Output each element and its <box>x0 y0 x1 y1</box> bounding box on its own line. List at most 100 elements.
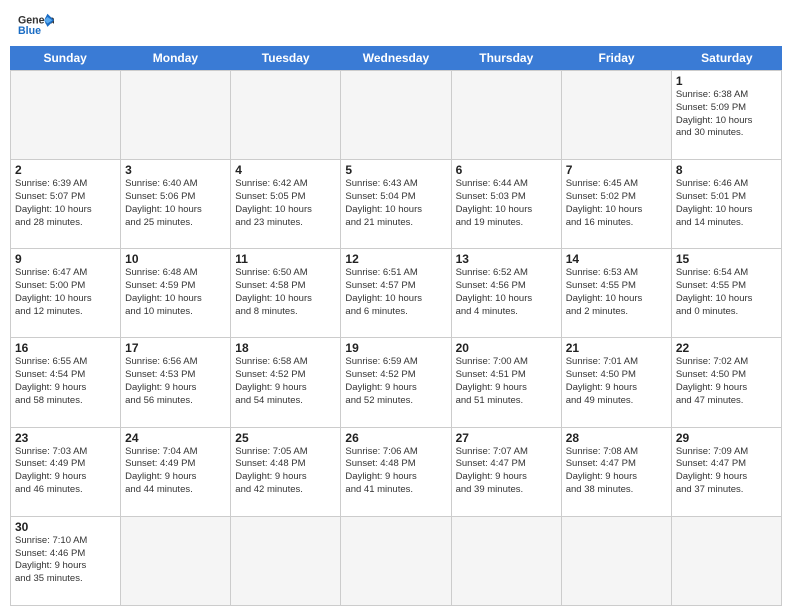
day-cell-30: 30Sunrise: 7:10 AM Sunset: 4:46 PM Dayli… <box>11 517 121 606</box>
day-cell-19: 19Sunrise: 6:59 AM Sunset: 4:52 PM Dayli… <box>341 338 451 427</box>
empty-cell <box>231 517 341 606</box>
day-cell-8: 8Sunrise: 6:46 AM Sunset: 5:01 PM Daylig… <box>672 160 782 249</box>
weekday-header-sunday: Sunday <box>10 46 120 70</box>
sun-info: Sunrise: 6:44 AM Sunset: 5:03 PM Dayligh… <box>456 178 557 229</box>
sun-info: Sunrise: 6:50 AM Sunset: 4:58 PM Dayligh… <box>235 267 336 318</box>
sun-info: Sunrise: 7:06 AM Sunset: 4:48 PM Dayligh… <box>345 446 446 497</box>
empty-cell <box>121 517 231 606</box>
day-number: 19 <box>345 341 446 355</box>
empty-cell <box>11 71 121 160</box>
sun-info: Sunrise: 7:05 AM Sunset: 4:48 PM Dayligh… <box>235 446 336 497</box>
day-cell-17: 17Sunrise: 6:56 AM Sunset: 4:53 PM Dayli… <box>121 338 231 427</box>
sun-info: Sunrise: 7:03 AM Sunset: 4:49 PM Dayligh… <box>15 446 116 497</box>
sun-info: Sunrise: 6:58 AM Sunset: 4:52 PM Dayligh… <box>235 356 336 407</box>
day-cell-23: 23Sunrise: 7:03 AM Sunset: 4:49 PM Dayli… <box>11 428 121 517</box>
day-number: 2 <box>15 163 116 177</box>
logo: General Blue <box>18 12 54 40</box>
sun-info: Sunrise: 7:08 AM Sunset: 4:47 PM Dayligh… <box>566 446 667 497</box>
weekday-header-wednesday: Wednesday <box>341 46 451 70</box>
empty-cell <box>562 71 672 160</box>
calendar-body: 1Sunrise: 6:38 AM Sunset: 5:09 PM Daylig… <box>10 70 782 606</box>
empty-cell <box>231 71 341 160</box>
calendar-header: SundayMondayTuesdayWednesdayThursdayFrid… <box>10 46 782 70</box>
sun-info: Sunrise: 6:53 AM Sunset: 4:55 PM Dayligh… <box>566 267 667 318</box>
day-number: 20 <box>456 341 557 355</box>
day-cell-1: 1Sunrise: 6:38 AM Sunset: 5:09 PM Daylig… <box>672 71 782 160</box>
day-number: 3 <box>125 163 226 177</box>
day-number: 5 <box>345 163 446 177</box>
day-cell-13: 13Sunrise: 6:52 AM Sunset: 4:56 PM Dayli… <box>452 249 562 338</box>
sun-info: Sunrise: 6:54 AM Sunset: 4:55 PM Dayligh… <box>676 267 777 318</box>
empty-cell <box>121 71 231 160</box>
day-cell-20: 20Sunrise: 7:00 AM Sunset: 4:51 PM Dayli… <box>452 338 562 427</box>
day-number: 4 <box>235 163 336 177</box>
day-number: 23 <box>15 431 116 445</box>
day-number: 21 <box>566 341 667 355</box>
day-number: 18 <box>235 341 336 355</box>
day-number: 27 <box>456 431 557 445</box>
sun-info: Sunrise: 7:02 AM Sunset: 4:50 PM Dayligh… <box>676 356 777 407</box>
day-cell-16: 16Sunrise: 6:55 AM Sunset: 4:54 PM Dayli… <box>11 338 121 427</box>
sun-info: Sunrise: 6:40 AM Sunset: 5:06 PM Dayligh… <box>125 178 226 229</box>
sun-info: Sunrise: 7:10 AM Sunset: 4:46 PM Dayligh… <box>15 535 116 586</box>
empty-cell <box>341 517 451 606</box>
day-cell-27: 27Sunrise: 7:07 AM Sunset: 4:47 PM Dayli… <box>452 428 562 517</box>
day-number: 11 <box>235 252 336 266</box>
weekday-header-saturday: Saturday <box>672 46 782 70</box>
sun-info: Sunrise: 6:48 AM Sunset: 4:59 PM Dayligh… <box>125 267 226 318</box>
day-number: 28 <box>566 431 667 445</box>
day-number: 22 <box>676 341 777 355</box>
day-cell-15: 15Sunrise: 6:54 AM Sunset: 4:55 PM Dayli… <box>672 249 782 338</box>
day-number: 24 <box>125 431 226 445</box>
day-number: 9 <box>15 252 116 266</box>
svg-text:Blue: Blue <box>18 25 41 37</box>
day-number: 16 <box>15 341 116 355</box>
sun-info: Sunrise: 6:55 AM Sunset: 4:54 PM Dayligh… <box>15 356 116 407</box>
day-number: 8 <box>676 163 777 177</box>
day-cell-3: 3Sunrise: 6:40 AM Sunset: 5:06 PM Daylig… <box>121 160 231 249</box>
sun-info: Sunrise: 6:39 AM Sunset: 5:07 PM Dayligh… <box>15 178 116 229</box>
sun-info: Sunrise: 6:59 AM Sunset: 4:52 PM Dayligh… <box>345 356 446 407</box>
day-cell-24: 24Sunrise: 7:04 AM Sunset: 4:49 PM Dayli… <box>121 428 231 517</box>
day-cell-18: 18Sunrise: 6:58 AM Sunset: 4:52 PM Dayli… <box>231 338 341 427</box>
weekday-header-friday: Friday <box>561 46 671 70</box>
day-cell-7: 7Sunrise: 6:45 AM Sunset: 5:02 PM Daylig… <box>562 160 672 249</box>
day-cell-5: 5Sunrise: 6:43 AM Sunset: 5:04 PM Daylig… <box>341 160 451 249</box>
day-cell-9: 9Sunrise: 6:47 AM Sunset: 5:00 PM Daylig… <box>11 249 121 338</box>
sun-info: Sunrise: 6:38 AM Sunset: 5:09 PM Dayligh… <box>676 89 777 140</box>
general-blue-logo-icon: General Blue <box>18 12 54 40</box>
day-cell-10: 10Sunrise: 6:48 AM Sunset: 4:59 PM Dayli… <box>121 249 231 338</box>
page-header: General Blue <box>0 0 792 46</box>
empty-cell <box>452 517 562 606</box>
day-number: 17 <box>125 341 226 355</box>
day-number: 14 <box>566 252 667 266</box>
sun-info: Sunrise: 7:09 AM Sunset: 4:47 PM Dayligh… <box>676 446 777 497</box>
day-number: 10 <box>125 252 226 266</box>
sun-info: Sunrise: 7:00 AM Sunset: 4:51 PM Dayligh… <box>456 356 557 407</box>
day-cell-4: 4Sunrise: 6:42 AM Sunset: 5:05 PM Daylig… <box>231 160 341 249</box>
sun-info: Sunrise: 6:45 AM Sunset: 5:02 PM Dayligh… <box>566 178 667 229</box>
day-cell-11: 11Sunrise: 6:50 AM Sunset: 4:58 PM Dayli… <box>231 249 341 338</box>
day-number: 12 <box>345 252 446 266</box>
sun-info: Sunrise: 7:07 AM Sunset: 4:47 PM Dayligh… <box>456 446 557 497</box>
day-number: 25 <box>235 431 336 445</box>
day-cell-6: 6Sunrise: 6:44 AM Sunset: 5:03 PM Daylig… <box>452 160 562 249</box>
day-number: 7 <box>566 163 667 177</box>
day-cell-12: 12Sunrise: 6:51 AM Sunset: 4:57 PM Dayli… <box>341 249 451 338</box>
day-cell-26: 26Sunrise: 7:06 AM Sunset: 4:48 PM Dayli… <box>341 428 451 517</box>
day-cell-25: 25Sunrise: 7:05 AM Sunset: 4:48 PM Dayli… <box>231 428 341 517</box>
weekday-header-tuesday: Tuesday <box>231 46 341 70</box>
sun-info: Sunrise: 6:52 AM Sunset: 4:56 PM Dayligh… <box>456 267 557 318</box>
day-cell-28: 28Sunrise: 7:08 AM Sunset: 4:47 PM Dayli… <box>562 428 672 517</box>
sun-info: Sunrise: 6:56 AM Sunset: 4:53 PM Dayligh… <box>125 356 226 407</box>
day-number: 1 <box>676 74 777 88</box>
empty-cell <box>672 517 782 606</box>
sun-info: Sunrise: 6:43 AM Sunset: 5:04 PM Dayligh… <box>345 178 446 229</box>
sun-info: Sunrise: 7:01 AM Sunset: 4:50 PM Dayligh… <box>566 356 667 407</box>
sun-info: Sunrise: 6:46 AM Sunset: 5:01 PM Dayligh… <box>676 178 777 229</box>
day-cell-14: 14Sunrise: 6:53 AM Sunset: 4:55 PM Dayli… <box>562 249 672 338</box>
day-number: 15 <box>676 252 777 266</box>
day-cell-2: 2Sunrise: 6:39 AM Sunset: 5:07 PM Daylig… <box>11 160 121 249</box>
day-number: 26 <box>345 431 446 445</box>
sun-info: Sunrise: 7:04 AM Sunset: 4:49 PM Dayligh… <box>125 446 226 497</box>
